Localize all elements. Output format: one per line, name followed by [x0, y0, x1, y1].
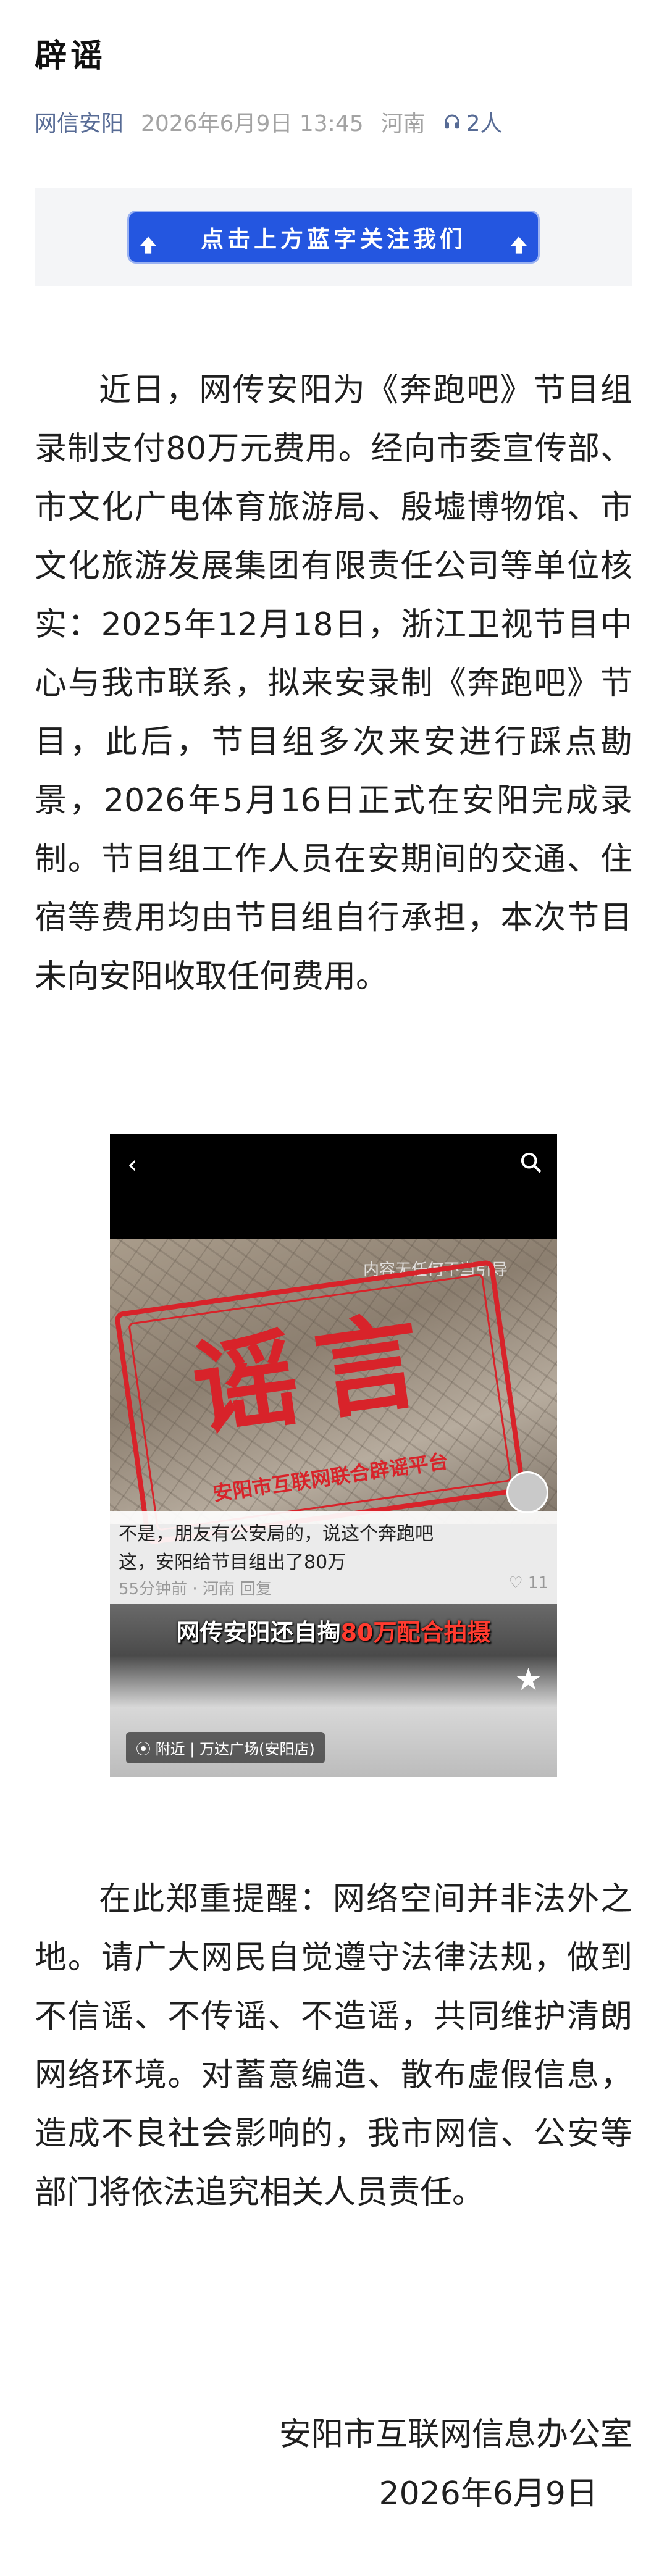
video-lower-area: 网传安阳还自掏80万配合拍摄 ★ ⦿ 附近 | 万达广场(安阳店) — [110, 1604, 557, 1777]
comment-card: 不是，朋友有公安局的，说这个奔跑吧 这，安阳给节目组出了80万 55分钟前 · … — [110, 1511, 557, 1604]
article-meta: 网信安阳 2026年6月9日 13:45 河南 2人 — [35, 106, 503, 137]
video-top-bar: ‹ — [110, 1134, 557, 1239]
article-title: 辟谣 — [35, 38, 107, 75]
video-headline: 网传安阳还自掏80万配合拍摄 — [176, 1619, 491, 1646]
like-count: ♡ 11 — [508, 1574, 548, 1592]
search-icon — [521, 1152, 542, 1173]
publish-date: 2026年6月9日 13:45 — [141, 111, 364, 136]
follow-banner-text: 点击上方蓝字关注我们 — [201, 226, 466, 253]
comment-line: 不是，朋友有公安局的，说这个奔跑吧 — [119, 1523, 434, 1545]
arrow-up-icon — [510, 236, 527, 254]
back-icon: ‹ — [127, 1149, 138, 1179]
arrow-up-icon — [140, 236, 157, 254]
signature-organization: 安阳市互联网信息办公室 — [279, 2416, 632, 2453]
star-icon: ★ — [514, 1662, 542, 1697]
location-tag: ⦿ 附近 | 万达广场(安阳店) — [126, 1732, 325, 1763]
follow-banner[interactable]: 点击上方蓝字关注我们 — [35, 188, 632, 286]
comment-line: 这，安阳给节目组出了80万 — [119, 1552, 346, 1573]
account-name-link[interactable]: 网信安阳 — [35, 106, 124, 138]
listen-button[interactable]: 2人 — [443, 106, 503, 138]
follow-pill[interactable]: 点击上方蓝字关注我们 — [127, 211, 540, 264]
headphones-icon — [445, 114, 459, 129]
comment-meta: 55分钟前 · 河南 回复 — [119, 1580, 272, 1599]
listener-count: 2人 — [466, 111, 503, 136]
embedded-screenshot[interactable]: ‹ 内容无任何不当引导 谣言 安阳市互联网联合辟谣平台 不是，朋友有公安局的，说… — [110, 1134, 557, 1777]
avatar — [506, 1471, 548, 1513]
signature-date: 2026年6月9日 — [379, 2475, 598, 2512]
publish-location: 河南 — [380, 111, 426, 136]
body-paragraph: 在此郑重提醒：网络空间并非法外之地。请广大网民自觉遵守法律法规，做到不信谣、不传… — [35, 1881, 632, 2211]
body-paragraph: 近日，网传安阳为《奔跑吧》节目组录制支付80万元费用。经向市委宣传部、市文化广电… — [35, 372, 632, 995]
